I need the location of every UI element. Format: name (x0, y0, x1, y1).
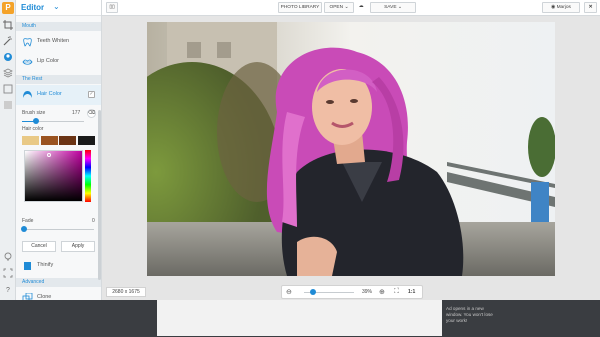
hair-color-swatch[interactable] (40, 136, 58, 145)
panel-header: Editor ⌄ (16, 0, 101, 16)
help-icon[interactable]: ? (3, 286, 13, 296)
cancel-button[interactable]: Cancel (22, 241, 56, 252)
hair-color-swatch[interactable] (77, 136, 95, 145)
thinify-icon (24, 262, 31, 270)
tool-rail: P ? (0, 0, 16, 300)
teeth-whiten-label: Teeth Whiten (37, 38, 70, 44)
frame-icon[interactable] (3, 84, 13, 94)
actual-size-button[interactable]: 1:1 (408, 289, 415, 295)
cloud-icon[interactable]: ☁ (356, 2, 366, 13)
toggle-panel-icon[interactable]: ▯▯ (106, 2, 118, 13)
photo-library-button[interactable]: PHOTO LIBRARY (278, 2, 322, 13)
panel-scrollbar[interactable] (98, 110, 101, 280)
hue-slider[interactable] (85, 150, 91, 202)
menu-item-clone[interactable]: Clone (16, 288, 101, 300)
retouch-face-icon[interactable] (3, 52, 13, 62)
hair-color-heading: Hair color (22, 126, 44, 132)
section-mouth[interactable]: Mouth (16, 22, 101, 31)
eraser-icon[interactable]: ⌫ (87, 109, 96, 118)
tooth-icon (23, 38, 32, 47)
open-button[interactable]: OPEN ⌄ (324, 2, 354, 13)
fade-label: Fade (22, 218, 34, 224)
menu-item-thinify[interactable]: Thinify (16, 256, 101, 276)
ad-notice: Ad opens in a new window. You won't lose… (446, 306, 493, 323)
hair-icon (23, 91, 32, 98)
save-button[interactable]: SAVE ⌄ (370, 2, 416, 13)
hair-color-label: Hair Color (37, 91, 62, 97)
user-name: Marjos (556, 5, 571, 10)
panel-title: Editor (21, 3, 45, 12)
menu-item-hair-color[interactable]: Hair Color ✓ (16, 85, 101, 105)
crop-icon[interactable] (3, 20, 13, 30)
lip-color-label: Lip Color (37, 58, 60, 64)
menu-item-lip-color[interactable]: Lip Color (16, 52, 101, 72)
fade-value: 0 (92, 218, 95, 224)
editor-panel: Editor ⌄ Mouth Teeth Whiten Lip Color Th… (16, 0, 102, 300)
chevron-down-icon[interactable]: ⌄ (53, 2, 60, 11)
clone-icon (22, 293, 33, 300)
chevron-down-icon: ⌄ (397, 5, 402, 10)
top-bar: ▯▯ PHOTO LIBRARY OPEN ⌄ ☁ SAVE ⌄ ◉ Marjo… (102, 0, 600, 16)
apply-button[interactable]: Apply (61, 241, 95, 252)
fullscreen-icon[interactable] (3, 268, 13, 278)
ad-banner[interactable] (157, 300, 442, 336)
chevron-down-icon: ⌄ (344, 5, 349, 10)
brush-size-label: Brush size (22, 110, 46, 116)
magic-wand-icon[interactable] (3, 36, 13, 46)
section-the-rest[interactable]: The Rest (16, 75, 101, 84)
lightbulb-icon[interactable] (3, 252, 13, 262)
layers-icon[interactable] (3, 68, 13, 78)
lips-icon (22, 59, 33, 65)
zoom-knob[interactable] (309, 289, 316, 295)
zoom-bar: ⊖ 39% ⊕ ⛶ 1:1 (281, 285, 423, 299)
texture-icon[interactable] (3, 100, 13, 110)
brush-size-knob[interactable] (32, 118, 39, 124)
hair-color-swatch[interactable] (22, 136, 39, 145)
fade-track[interactable] (22, 229, 94, 230)
user-icon: ◉ (551, 5, 556, 10)
user-button[interactable]: ◉ Marjos (542, 2, 580, 13)
photo-image[interactable] (147, 22, 555, 276)
save-label: SAVE (384, 5, 397, 10)
hair-color-swatch[interactable] (59, 136, 76, 145)
menu-item-teeth-whiten[interactable]: Teeth Whiten (16, 32, 101, 52)
color-picker-area[interactable] (24, 150, 83, 202)
open-label: OPEN (329, 5, 344, 10)
zoom-value: 39% (362, 289, 373, 295)
app-logo[interactable]: P (2, 2, 14, 14)
fit-screen-icon[interactable]: ⛶ (394, 288, 399, 296)
fade-knob[interactable] (21, 226, 27, 232)
close-button[interactable]: ✕ (584, 2, 597, 13)
zoom-in-icon[interactable]: ⊕ (379, 288, 385, 296)
thinify-label: Thinify (37, 262, 54, 268)
hair-color-checkbox[interactable]: ✓ (88, 91, 95, 98)
color-picker-cursor[interactable] (47, 153, 51, 157)
zoom-out-icon[interactable]: ⊖ (286, 288, 292, 296)
image-dimensions: 2680 x 1675 (106, 287, 146, 297)
brush-size-value: 177 (72, 110, 81, 116)
section-advanced[interactable]: Advanced (16, 278, 101, 287)
